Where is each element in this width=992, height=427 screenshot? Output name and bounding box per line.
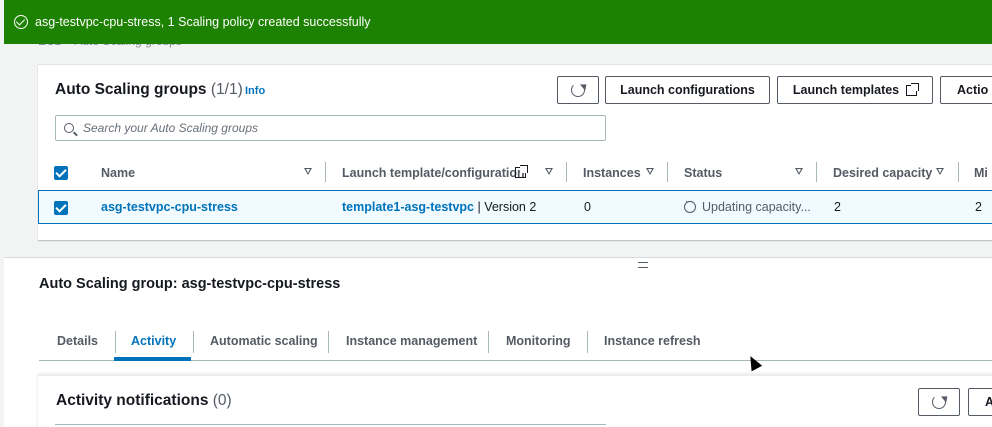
column-header-instances[interactable]: Instances — [583, 158, 641, 187]
tab-divider — [488, 331, 489, 353]
tab-divider — [587, 331, 588, 353]
tab-instance-refresh[interactable]: Instance refresh — [604, 322, 701, 360]
column-divider[interactable] — [816, 162, 817, 182]
row-checkbox[interactable] — [54, 201, 68, 215]
column-divider[interactable] — [566, 162, 567, 182]
tab-activity[interactable]: Activity — [131, 322, 176, 360]
notifications-action-button[interactable]: A — [968, 388, 992, 416]
notifications-count: (0) — [212, 392, 232, 409]
launch-templates-button[interactable]: Launch templates — [777, 76, 933, 104]
success-check-icon — [14, 15, 28, 29]
launch-template-cell: template1-asg-testvpc | Version 2 — [342, 200, 537, 214]
tab-divider — [115, 331, 116, 353]
sort-icon[interactable] — [304, 168, 312, 175]
column-header-desired-capacity[interactable]: Desired capacity — [833, 158, 932, 187]
column-header-min[interactable]: Mi — [974, 158, 988, 187]
refresh-notifications-button[interactable] — [918, 388, 960, 416]
asg-name-link[interactable]: asg-testvpc-cpu-stress — [101, 200, 238, 214]
tab-divider — [193, 331, 194, 353]
tab-instance-management[interactable]: Instance management — [346, 322, 477, 360]
launch-configurations-button[interactable]: Launch configurations — [605, 76, 770, 104]
template-link[interactable]: template1-asg-testvpc — [342, 200, 474, 214]
flash-message: asg-testvpc-cpu-stress, 1 Scaling policy… — [35, 15, 371, 29]
column-divider[interactable] — [958, 162, 959, 182]
active-tab-indicator — [114, 357, 191, 361]
tab-divider — [328, 331, 329, 353]
column-header-name[interactable]: Name — [101, 158, 135, 187]
resize-handle[interactable] — [638, 262, 648, 268]
notifications-title: Activity notifications (0) — [56, 392, 232, 409]
status-cell: Updating capacity... — [684, 196, 811, 214]
min-capacity-value: 2 — [975, 200, 982, 214]
search-field[interactable] — [55, 115, 606, 141]
select-all-checkbox[interactable] — [54, 166, 68, 180]
column-divider[interactable] — [667, 162, 668, 182]
notifications-search-edge — [55, 424, 606, 425]
external-link-icon — [906, 82, 920, 96]
desired-capacity-value: 2 — [834, 200, 841, 214]
info-link[interactable]: Info — [245, 85, 265, 97]
sort-icon[interactable] — [545, 168, 553, 175]
sort-icon[interactable] — [936, 168, 944, 175]
panel-title: Auto Scaling groups (1/1) — [55, 81, 243, 98]
column-divider[interactable] — [325, 162, 326, 182]
selection-count: (1/1) — [210, 81, 243, 98]
instances-value: 0 — [584, 200, 591, 214]
search-input[interactable] — [83, 121, 563, 135]
column-header-status[interactable]: Status — [684, 158, 722, 187]
tab-details[interactable]: Details — [57, 322, 98, 360]
tab-monitoring[interactable]: Monitoring — [506, 322, 571, 360]
refresh-button[interactable] — [557, 76, 599, 104]
detail-tabs: Details Activity Automatic scaling Insta… — [39, 322, 992, 361]
sort-icon[interactable] — [646, 168, 654, 175]
refresh-icon — [932, 395, 946, 409]
actions-button[interactable]: Actio — [940, 76, 992, 104]
search-icon — [64, 123, 74, 133]
tab-automatic-scaling[interactable]: Automatic scaling — [210, 322, 318, 360]
in-progress-icon — [684, 196, 696, 213]
success-flash-banner: asg-testvpc-cpu-stress, 1 Scaling policy… — [4, 0, 992, 44]
detail-title: Auto Scaling group: asg-testvpc-cpu-stre… — [39, 276, 341, 292]
refresh-icon — [571, 83, 585, 97]
external-link-icon — [515, 165, 528, 178]
column-header-launch-template[interactable]: Launch template/configuration — [342, 158, 525, 187]
sort-icon[interactable] — [795, 168, 803, 175]
